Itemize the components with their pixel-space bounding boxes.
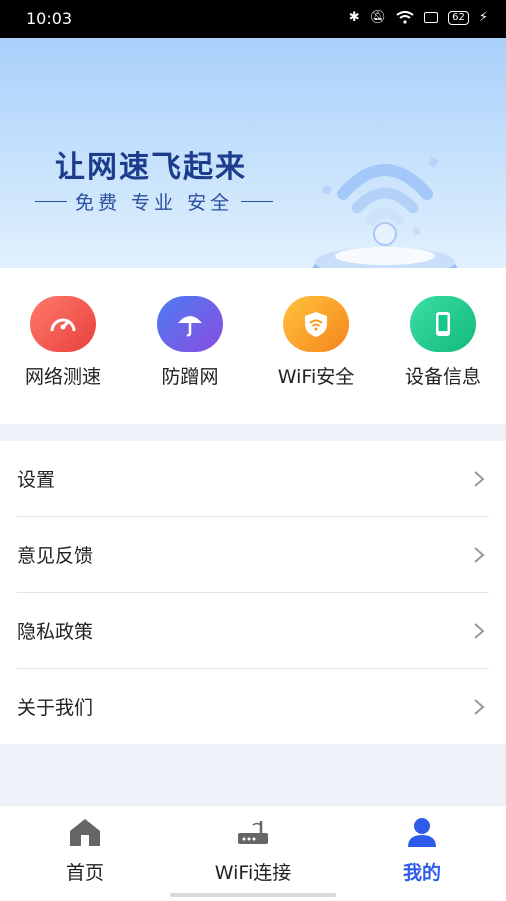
wifi-illustration-icon <box>313 156 457 268</box>
charging-icon: ⚡︎ <box>478 10 488 25</box>
wifi-status-icon <box>396 11 414 24</box>
quick-action-label: 网络测速 <box>24 366 101 388</box>
quick-action-wifi-security[interactable]: WiFi安全 <box>256 296 376 389</box>
mute-icon: 🔕︎ <box>369 10 387 25</box>
menu-item-label: 设置 <box>17 469 56 491</box>
menu-item-about-us[interactable]: 关于我们 <box>17 669 489 744</box>
quick-action-label: WiFi安全 <box>277 366 355 388</box>
chevron-right-icon <box>474 546 485 563</box>
status-icons: ✱ 🔕︎ 62 ⚡︎ <box>349 10 488 25</box>
wifi-shield-icon <box>283 296 349 352</box>
menu-item-feedback[interactable]: 意见反馈 <box>17 517 489 593</box>
home-indicator[interactable] <box>170 893 336 897</box>
tab-label: WiFi连接 <box>214 862 292 884</box>
divider <box>241 200 274 203</box>
quick-action-label: 设备信息 <box>404 366 481 388</box>
tab-mine[interactable]: 我的 <box>352 816 492 885</box>
status-time: 10:03 <box>26 9 73 28</box>
battery-icon: 62 <box>448 10 469 25</box>
banner[interactable]: 让网速飞起来 免费 专业 安全 <box>0 38 506 268</box>
menu-item-privacy-policy[interactable]: 隐私政策 <box>17 593 489 669</box>
user-icon <box>408 818 436 847</box>
banner-subtitle: 免费 专业 安全 <box>75 192 234 214</box>
quick-action-device-info[interactable]: 设备信息 <box>383 296 503 389</box>
tab-home[interactable]: 首页 <box>15 816 155 885</box>
banner-title: 让网速飞起来 <box>55 150 247 185</box>
tab-label: 首页 <box>65 862 104 884</box>
screen-icon <box>424 12 439 23</box>
status-bar: 10:03 ✱ 🔕︎ 62 ⚡︎ <box>0 0 506 38</box>
chevron-right-icon <box>474 470 485 487</box>
umbrella-icon <box>157 296 223 352</box>
quick-action-speed-test[interactable]: 网络测速 <box>3 296 123 389</box>
settings-menu: 设置 意见反馈 隐私政策 关于我们 <box>0 441 506 744</box>
menu-item-label: 意见反馈 <box>17 545 94 567</box>
bluetooth-icon: ✱ <box>348 10 360 25</box>
phone-icon <box>410 296 476 352</box>
quick-action-label: 防蹭网 <box>161 366 219 388</box>
chevron-right-icon <box>474 698 485 715</box>
banner-subtitle-row: 免费 专业 安全 <box>35 188 274 215</box>
chevron-right-icon <box>474 622 485 639</box>
bottom-tab-bar: 首页 WiFi连接 我的 <box>0 805 506 901</box>
menu-item-settings[interactable]: 设置 <box>17 441 489 517</box>
home-icon <box>70 819 100 846</box>
router-icon <box>238 821 268 844</box>
tab-wifi-connect[interactable]: WiFi连接 <box>183 816 323 885</box>
menu-item-label: 隐私政策 <box>17 621 94 643</box>
menu-item-label: 关于我们 <box>17 697 94 719</box>
quick-action-anti-leech[interactable]: 防蹭网 <box>130 296 250 389</box>
speedometer-icon <box>30 296 96 352</box>
tab-label: 我的 <box>402 862 441 884</box>
quick-actions-panel: 网络测速 防蹭网 WiFi安全 设备信息 <box>0 268 506 424</box>
divider <box>35 200 67 203</box>
